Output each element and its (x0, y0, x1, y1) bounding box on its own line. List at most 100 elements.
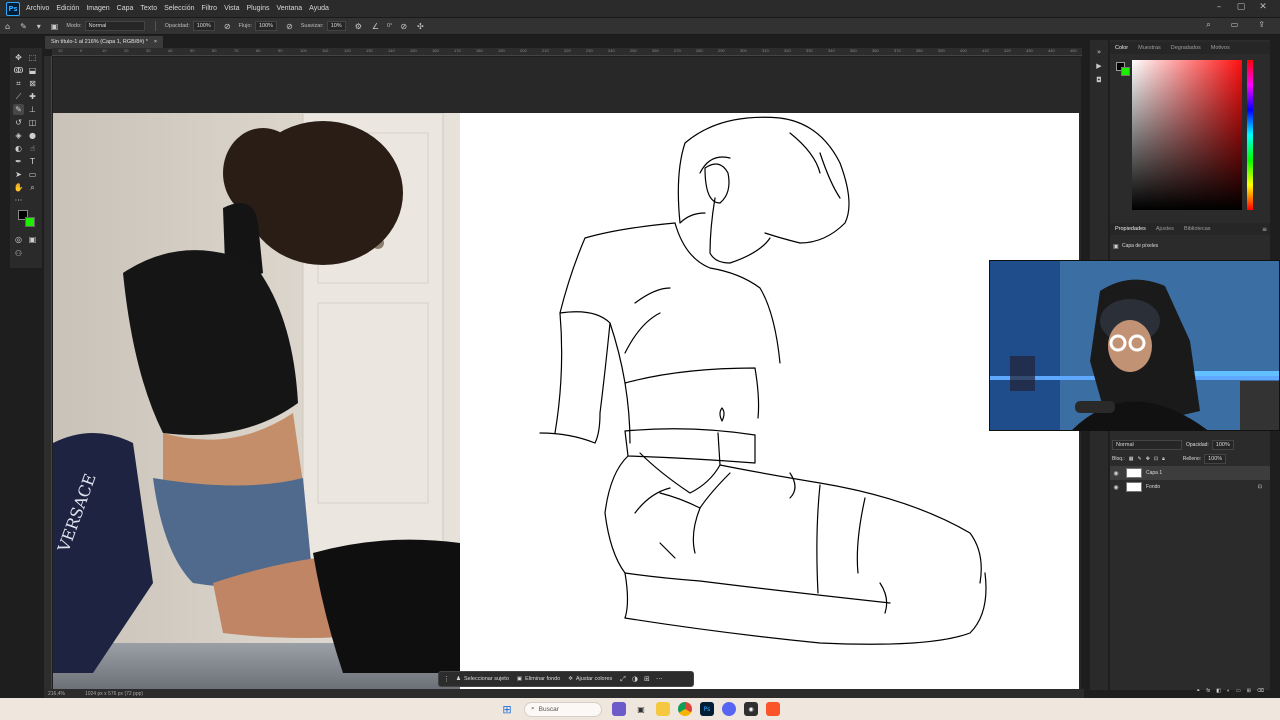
menu-ventana[interactable]: Ventana (276, 5, 302, 12)
brush-settings-icon[interactable]: ▣ (51, 22, 59, 31)
extra-tool-icon[interactable]: ⚇ (13, 248, 24, 259)
tab-properties[interactable]: Propiedades (1110, 226, 1151, 232)
color-picker-field[interactable] (1132, 60, 1242, 210)
zoom-tool-icon[interactable]: ⌕ (27, 182, 38, 193)
tab-color[interactable]: Color (1110, 45, 1133, 51)
tab-patterns[interactable]: Motivos (1206, 45, 1235, 51)
more-tools-icon[interactable]: ··· (13, 195, 24, 206)
mask-add-icon[interactable]: ◧ (1216, 688, 1221, 694)
menu-ayuda[interactable]: Ayuda (309, 5, 329, 12)
fill-input[interactable]: 100% (1204, 454, 1227, 464)
play-icon[interactable]: ▶ (1094, 62, 1104, 72)
group-icon[interactable]: ▭ (1236, 688, 1241, 694)
healing-brush-icon[interactable]: ✚ (27, 91, 38, 102)
menu-archivo[interactable]: Archivo (26, 5, 49, 12)
brush-tool-icon[interactable]: ✎ (13, 104, 24, 115)
app-icon[interactable]: ◉ (744, 702, 758, 716)
visibility-eye-icon[interactable]: ◉ (1110, 484, 1122, 491)
lock-icons[interactable]: ▦✎✥⊡🔒︎ (1129, 456, 1169, 462)
remove-background-button[interactable]: ▣ Eliminar fondo (517, 676, 560, 682)
tab-adjustments[interactable]: Ajustes (1151, 226, 1179, 232)
layer-opacity-input[interactable]: 100% (1211, 440, 1234, 450)
eyedropper-icon[interactable]: ⟋ (13, 91, 24, 102)
tab-libraries[interactable]: Bibliotecas (1179, 226, 1216, 232)
flow-input[interactable]: 100% (254, 21, 278, 31)
photoshop-taskbar-icon[interactable]: Ps (700, 702, 714, 716)
trash-icon[interactable]: ⌫ (1257, 688, 1264, 694)
lasso-tool-icon[interactable]: ↂ (13, 65, 24, 76)
adjustment-icon[interactable]: ◐ (1227, 688, 1230, 694)
menu-seleccion[interactable]: Selección (164, 5, 194, 12)
drawing-canvas[interactable] (460, 113, 1079, 689)
paint-bucket-icon[interactable]: ◈ (13, 130, 24, 141)
type-tool-icon[interactable]: T (27, 156, 38, 167)
drag-handle-icon[interactable]: ⋮ (443, 675, 450, 683)
hand-tool-icon[interactable]: ✋ (13, 182, 24, 193)
new-layer-icon[interactable]: ⊞ (1247, 688, 1251, 694)
rectangle-tool-icon[interactable]: ▭ (27, 169, 38, 180)
menu-filtro[interactable]: Filtro (202, 5, 218, 12)
pressure-size-icon[interactable]: ⊘ (400, 22, 407, 31)
share-icon[interactable]: ⇪ (1258, 20, 1265, 30)
symmetry-icon[interactable]: ✣ (417, 22, 424, 31)
transform-icon[interactable]: ⤢ (620, 675, 626, 684)
object-select-icon[interactable]: ⬓ (27, 65, 38, 76)
windows-start-icon[interactable]: ⊞ (500, 702, 514, 716)
comment-icon[interactable]: ◘ (1094, 76, 1104, 86)
angle-value[interactable]: 0° (387, 23, 392, 29)
minimize-icon[interactable]: – (1208, 2, 1230, 12)
pressure-opacity-icon[interactable]: ⊘ (224, 22, 231, 31)
mask-icon[interactable]: ◑ (632, 675, 638, 683)
panel-background-swatch[interactable] (1121, 67, 1130, 76)
layer-row-fondo[interactable]: ◉ Fondo ⊡ (1110, 480, 1270, 494)
brave-icon[interactable] (766, 702, 780, 716)
maximize-icon[interactable]: ▢ (1230, 2, 1252, 12)
eraser-icon[interactable]: ◫ (27, 117, 38, 128)
menu-imagen[interactable]: Imagen (86, 5, 109, 12)
menu-edicion[interactable]: Edición (56, 5, 79, 12)
more-options-icon[interactable]: ··· (656, 675, 663, 683)
discord-icon[interactable] (722, 702, 736, 716)
smudge-tool-icon[interactable]: ☝ (27, 143, 38, 154)
menu-capa[interactable]: Capa (117, 5, 134, 12)
mode-select[interactable]: Normal (84, 21, 145, 31)
airbrush-icon[interactable]: ⊘ (286, 22, 293, 31)
panel-collapse-icon[interactable]: » (1094, 48, 1104, 58)
crop-tool-icon[interactable]: ⌗ (13, 78, 24, 89)
pen-tool-icon[interactable]: ✒ (13, 156, 24, 167)
background-color-swatch[interactable] (25, 217, 35, 227)
brush-tool-icon[interactable]: ✎ (20, 22, 27, 31)
path-select-icon[interactable]: ➤ (13, 169, 24, 180)
link-icon[interactable]: ⚭ (1196, 688, 1200, 694)
screen-mode-icon[interactable]: ▣ (27, 234, 38, 245)
frame-tool-icon[interactable]: ⊠ (27, 78, 38, 89)
adjust-colors-button[interactable]: ✲ Ajustar colores (568, 676, 612, 682)
blend-mode-select[interactable]: Normal (1112, 440, 1182, 450)
close-tab-icon[interactable]: × (154, 39, 157, 46)
smoothing-input[interactable]: 10% (326, 21, 346, 31)
layer-row-capa-1[interactable]: ◉ Capa 1 (1110, 466, 1270, 480)
select-subject-button[interactable]: ♟ Seleccionar sujeto (456, 676, 509, 682)
search-icon[interactable]: ⌕ (1206, 20, 1210, 30)
move-tool-icon[interactable]: ✥ (13, 52, 24, 63)
blur-tool-icon[interactable]: ● (27, 130, 38, 141)
chrome-icon[interactable] (678, 702, 692, 716)
menu-plugins[interactable]: Plugins (247, 5, 270, 12)
tab-swatches[interactable]: Muestras (1133, 45, 1166, 51)
fx-icon[interactable]: fx (1206, 688, 1210, 694)
task-view-icon[interactable]: ▣ (634, 702, 648, 716)
file-explorer-icon[interactable] (656, 702, 670, 716)
panel-menu-icon[interactable]: ≡ (1262, 226, 1267, 233)
menu-vista[interactable]: Vista (224, 5, 239, 12)
stamp-tool-icon[interactable]: ⊥ (27, 104, 38, 115)
history-brush-icon[interactable]: ↺ (13, 117, 24, 128)
quick-mask-icon[interactable]: ◎ (13, 234, 24, 245)
menu-texto[interactable]: Texto (140, 5, 157, 12)
home-icon[interactable]: ⌂ (5, 22, 10, 31)
close-icon[interactable]: ✕ (1252, 2, 1274, 12)
hue-slider[interactable] (1247, 60, 1253, 210)
marquee-tool-icon[interactable]: ⬚ (27, 52, 38, 63)
zoom-level[interactable]: 216,4% (48, 691, 65, 697)
brush-preset-icon[interactable]: ▾ (37, 22, 41, 31)
opacity-input[interactable]: 100% (192, 21, 215, 31)
